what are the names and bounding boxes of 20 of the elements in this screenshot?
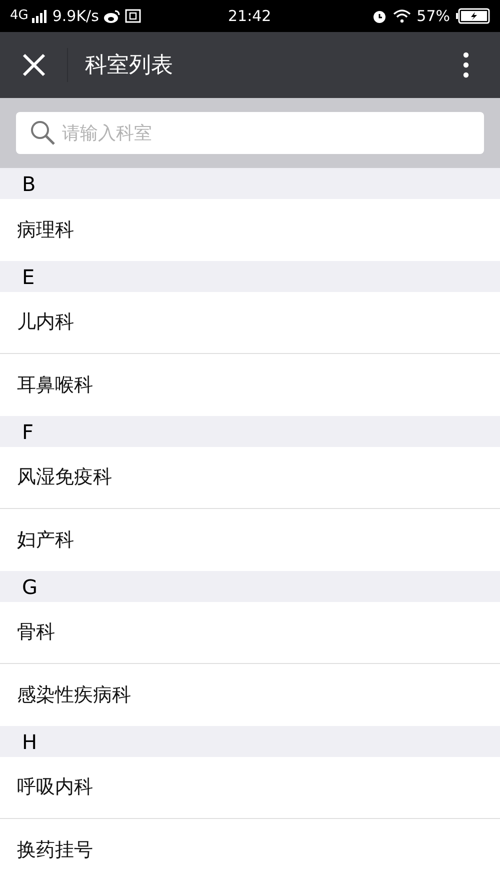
more-icon [463,52,469,78]
search-bar[interactable]: 请输入科室 [16,112,484,154]
section-letter: F [22,418,34,446]
battery-icon [456,8,490,24]
search-icon [30,120,56,146]
network-type: 4G [10,7,28,26]
clock: 21:42 [228,6,272,27]
section-letter: H [22,728,38,756]
section-letter: G [22,574,38,600]
screenshot-icon [124,8,141,24]
battery-percent: 57% [416,6,450,27]
alarm-icon [372,8,387,24]
wifi-icon [392,9,411,23]
close-icon [22,53,46,77]
network-speed: 9.9K/s [52,6,99,27]
signal-icon [32,10,48,22]
page-title: 科室列表 [85,52,173,80]
section-letter: E [22,264,35,290]
section-letter: B [22,170,36,198]
weibo-icon [102,8,121,24]
